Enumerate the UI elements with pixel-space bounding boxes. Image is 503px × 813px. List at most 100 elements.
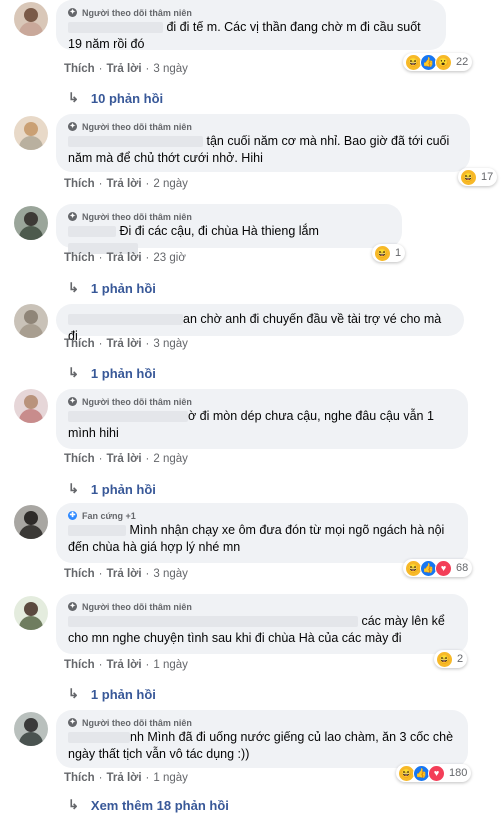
- timestamp[interactable]: 2 ngày: [153, 178, 188, 190]
- reply-arrow-icon: ↳: [68, 686, 79, 701]
- avatar[interactable]: [14, 596, 48, 630]
- user-badge: Người theo dõi thâm niên: [82, 7, 192, 18]
- like-button[interactable]: Thích: [64, 568, 95, 580]
- replies-label: 1 phản hồi: [90, 686, 156, 702]
- like-button[interactable]: Thích: [64, 252, 95, 264]
- badge-icon: ✦: [68, 212, 77, 221]
- reaction-summary[interactable]: 😆 👍 ♥ 180: [396, 764, 472, 782]
- like-button[interactable]: Thích: [64, 659, 95, 671]
- comment-bubble: ✦ Người theo dõi thâm niên tận cuối năm c…: [56, 114, 470, 172]
- reaction-summary[interactable]: 😆 2: [434, 650, 468, 668]
- reply-button[interactable]: Trả lời: [107, 772, 142, 784]
- love-icon: ♥: [428, 764, 445, 782]
- badge-icon: ✦: [68, 122, 77, 131]
- timestamp[interactable]: 1 ngày: [153, 772, 188, 784]
- view-replies-link[interactable]: ↳ 1 phản hồi: [68, 365, 156, 381]
- reaction-summary[interactable]: 😆 👍 ♥ 68: [403, 559, 473, 577]
- comment-actions: Thích · Trả lời · 3 ngày: [64, 568, 188, 580]
- replies-label: 1 phản hồi: [90, 280, 156, 296]
- redacted-name[interactable]: [68, 22, 163, 34]
- reply-arrow-icon: ↳: [68, 90, 79, 105]
- reply-button[interactable]: Trả lời: [107, 659, 142, 671]
- reply-button[interactable]: Trả lời: [107, 453, 142, 465]
- reaction-count: 22: [456, 56, 469, 68]
- comment-bubble: ✚ Fan cứng +1 Mình nhận chạy xe ôm đưa đó…: [56, 503, 468, 563]
- haha-icon: 😆: [460, 168, 477, 186]
- badge-icon: ✦: [68, 602, 77, 611]
- replies-label: 10 phản hồi: [90, 90, 164, 106]
- comment-bubble: ✦ Người theo dõi thâm niên ờ đi mòn dép c…: [56, 389, 468, 449]
- redacted-name[interactable]: [68, 525, 126, 537]
- reaction-summary[interactable]: 😆 17: [458, 168, 498, 186]
- comment-bubble: ✦ Người theo dõi thâm niên Đi đi các cậu,…: [56, 204, 402, 255]
- avatar[interactable]: [14, 116, 48, 150]
- badge-icon: ✚: [68, 511, 77, 520]
- reaction-summary[interactable]: 😆 1: [372, 244, 406, 262]
- reaction-count: 180: [449, 767, 468, 779]
- timestamp[interactable]: 3 ngày: [153, 568, 188, 580]
- comment-bubble: an chờ anh đi chuyến đầu về tài trợ vé c…: [56, 304, 464, 343]
- wow-icon: 😮: [435, 53, 452, 71]
- avatar[interactable]: [14, 304, 48, 338]
- avatar[interactable]: [14, 389, 48, 423]
- redacted-name[interactable]: [68, 314, 183, 326]
- comment-actions: Thích · Trả lời · 1 ngày: [64, 772, 188, 784]
- like-button[interactable]: Thích: [64, 178, 95, 190]
- like-button[interactable]: Thích: [64, 338, 95, 350]
- reaction-count: 2: [457, 653, 464, 665]
- view-replies-link[interactable]: ↳ 1 phản hồi: [68, 481, 156, 497]
- avatar[interactable]: [14, 712, 48, 746]
- comment-actions: Thích · Trả lời · 23 giờ: [64, 252, 186, 264]
- redacted-name[interactable]: [68, 226, 116, 238]
- like-button[interactable]: Thích: [64, 453, 95, 465]
- replies-label: 1 phản hồi: [90, 481, 156, 497]
- avatar[interactable]: [14, 2, 48, 36]
- reaction-count: 1: [395, 247, 402, 259]
- timestamp[interactable]: 2 ngày: [153, 453, 188, 465]
- haha-icon: 😆: [436, 650, 453, 668]
- view-replies-link[interactable]: ↳ 10 phản hồi: [68, 90, 163, 106]
- comment-actions: Thích · Trả lời · 2 ngày: [64, 178, 188, 190]
- like-button[interactable]: Thích: [64, 772, 95, 784]
- reply-button[interactable]: Trả lời: [107, 568, 142, 580]
- comment-text: Đi đi các cậu, đi chùa Hà thieng lắm: [119, 224, 319, 238]
- reaction-summary[interactable]: 😆 👍 😮 22: [403, 53, 473, 71]
- view-replies-link[interactable]: ↳ 1 phản hồi: [68, 280, 156, 296]
- timestamp[interactable]: 3 ngày: [153, 338, 188, 350]
- user-badge: Người theo dõi thâm niên: [82, 601, 192, 612]
- user-badge: Fan cứng +1: [82, 510, 136, 521]
- comment-bubble: ✦ Người theo dõi thâm niên các mày lên kể…: [56, 594, 468, 654]
- like-button[interactable]: Thích: [64, 63, 95, 75]
- avatar[interactable]: [14, 206, 48, 240]
- replies-label: 1 phản hồi: [90, 365, 156, 381]
- reaction-count: 68: [456, 562, 469, 574]
- reply-arrow-icon: ↳: [68, 280, 79, 295]
- love-icon: ♥: [435, 559, 452, 577]
- badge-icon: ✦: [68, 8, 77, 17]
- timestamp[interactable]: 23 giờ: [153, 252, 185, 264]
- replies-label: Xem thêm 18 phản hồi: [90, 797, 229, 813]
- reply-button[interactable]: Trả lời: [107, 252, 142, 264]
- user-badge: Người theo dõi thâm niên: [82, 121, 192, 132]
- redacted-name[interactable]: [68, 616, 358, 628]
- comment-bubble: ✦ Người theo dõi thâm niên nh Mình đã đi …: [56, 710, 468, 768]
- user-badge: Người theo dõi thâm niên: [82, 211, 192, 222]
- reply-button[interactable]: Trả lời: [107, 178, 142, 190]
- timestamp[interactable]: 3 ngày: [153, 63, 188, 75]
- avatar[interactable]: [14, 505, 48, 539]
- user-badge: Người theo dõi thâm niên: [82, 717, 192, 728]
- reply-button[interactable]: Trả lời: [107, 338, 142, 350]
- comment-actions: Thích · Trả lời · 3 ngày: [64, 338, 188, 350]
- redacted-name[interactable]: [68, 136, 203, 148]
- redacted-name[interactable]: [68, 411, 188, 423]
- badge-icon: ✦: [68, 397, 77, 406]
- view-replies-link[interactable]: ↳ 1 phản hồi: [68, 686, 156, 702]
- reply-arrow-icon: ↳: [68, 481, 79, 496]
- reaction-count: 17: [481, 171, 494, 183]
- comment-actions: Thích · Trả lời · 2 ngày: [64, 453, 188, 465]
- user-badge: Người theo dõi thâm niên: [82, 396, 192, 407]
- comment-actions: Thích · Trả lời · 3 ngày: [64, 63, 188, 75]
- reply-button[interactable]: Trả lời: [107, 63, 142, 75]
- redacted-name[interactable]: [68, 732, 130, 744]
- timestamp[interactable]: 1 ngày: [153, 659, 188, 671]
